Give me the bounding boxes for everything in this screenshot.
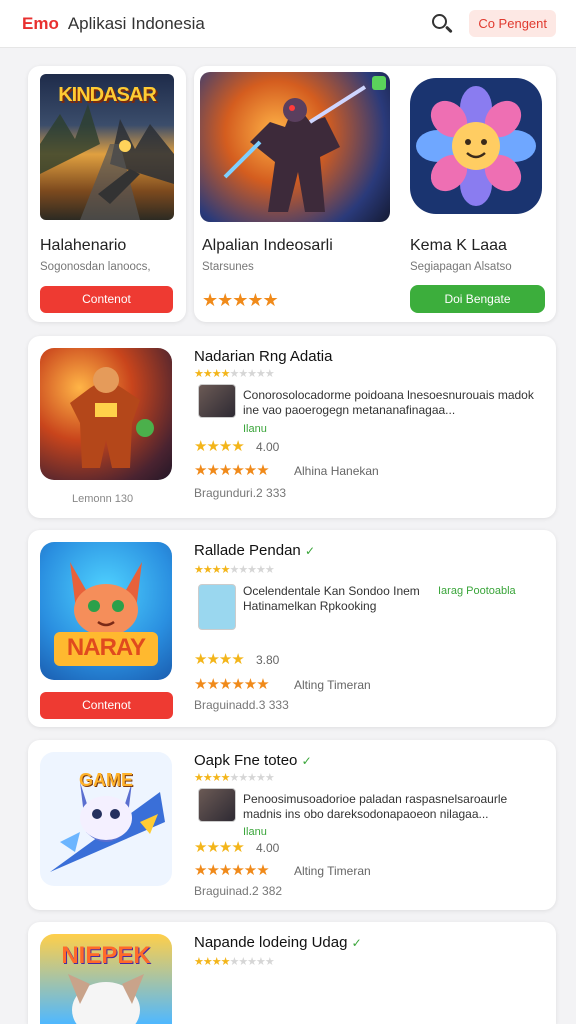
- star-rating-orange: ★★★★★★: [194, 862, 270, 879]
- featured-app-subtitle: Starsunes: [202, 261, 254, 273]
- app-description: Ocelendentale Kan Sondoo Inem Hatinamelk…: [243, 584, 420, 613]
- featured-app-name[interactable]: Halahenario: [40, 237, 126, 255]
- page-title: Aplikasi Indonesia: [67, 13, 205, 33]
- rating-label: Alhina Hanekan: [294, 464, 379, 478]
- star-rating-small: ★★★★★★★★★: [194, 368, 275, 380]
- release-date: Braguinad.2 382: [194, 884, 283, 898]
- install-button[interactable]: Contenot: [40, 286, 173, 313]
- artwork-title: NARAY: [66, 634, 146, 661]
- artwork-title: KINDASAR: [58, 84, 157, 106]
- release-date: Braguinadd.3 333: [194, 698, 289, 712]
- search-icon[interactable]: [431, 13, 454, 35]
- app-icon-robot[interactable]: [40, 348, 172, 480]
- app-title[interactable]: Rallade Pendan ✓: [194, 542, 315, 559]
- get-button[interactable]: Doi Bengate: [410, 285, 545, 313]
- app-icon-cat[interactable]: NARAY: [40, 542, 172, 680]
- star-rating: ★★★★★: [202, 290, 279, 310]
- brand-logo[interactable]: Emo: [22, 14, 59, 34]
- screenshot-thumbnail[interactable]: [198, 788, 236, 822]
- app-description: Conorosolocadorme poidoana lnesoesnuroua…: [243, 388, 534, 417]
- featured-card-1[interactable]: KINDASAR Halahenario Sogonosdan lanoocs,…: [28, 66, 186, 322]
- app-title[interactable]: Oapk Fne toteo ✓: [194, 752, 312, 769]
- app-caption: Lemonn 130: [72, 493, 134, 505]
- app-icon-puppy[interactable]: NIEPEK: [40, 934, 172, 1024]
- app-artwork-warrior[interactable]: [200, 72, 390, 222]
- star-rating: ★★★★: [194, 438, 245, 455]
- more-link[interactable]: Ilanu: [243, 423, 267, 435]
- more-link[interactable]: Ilanu: [243, 826, 267, 838]
- featured-app-name[interactable]: Kema K Laaa: [410, 237, 507, 255]
- app-list-card-2[interactable]: NARAY Contenot Rallade Pendan ✓ ★★★★★★★★…: [28, 530, 556, 727]
- rating-value: 3.80: [256, 653, 280, 667]
- rating-value: 4.00: [256, 440, 280, 454]
- artwork-title: NIEPEK: [61, 942, 151, 969]
- app-title[interactable]: Napande lodeing Udag ✓: [194, 934, 362, 951]
- badge-icon: [372, 76, 386, 90]
- star-rating-small: ★★★★★★★★★: [194, 956, 275, 968]
- app-title[interactable]: Nadarian Rng Adatia: [194, 348, 332, 365]
- rating-label: Alting Timeran: [294, 678, 371, 692]
- app-list-card-4[interactable]: NIEPEK Napande lodeing Udag ✓ ★★★★★★★★★: [28, 922, 556, 1024]
- app-icon-game[interactable]: GAME: [40, 752, 172, 886]
- app-list-card-3[interactable]: GAME Oapk Fne toteo ✓ ★★★★★★★★★ Penoosim…: [28, 740, 556, 910]
- star-rating-small: ★★★★★★★★★: [194, 564, 275, 576]
- release-date: Bragunduri.2 333: [194, 486, 287, 500]
- more-link[interactable]: Iarag Pootoabla: [438, 585, 516, 597]
- star-rating: ★★★★: [194, 839, 245, 856]
- verified-icon: ✓: [351, 936, 362, 950]
- install-button[interactable]: Contenot: [40, 692, 173, 719]
- app-artwork-kindasar[interactable]: KINDASAR: [40, 74, 174, 220]
- star-rating: ★★★★: [194, 651, 245, 668]
- verified-icon: ✓: [301, 754, 312, 768]
- screenshot-thumbnail[interactable]: [198, 384, 236, 418]
- featured-app-subtitle: Sogonosdan lanoocs,: [40, 261, 151, 273]
- app-description: Penoosimusoadorioe paladan raspasnelsaro…: [243, 792, 508, 821]
- featured-app-name[interactable]: Alpalian Indeosarli: [202, 237, 333, 255]
- artwork-title: GAME: [79, 770, 133, 790]
- rating-label: Alting Timeran: [294, 864, 371, 878]
- featured-card-2[interactable]: Alpalian Indeosarli Starsunes ★★★★★ Kema…: [194, 66, 556, 322]
- app-header: Emo Aplikasi Indonesia Co Pengent: [0, 0, 576, 48]
- app-list-card-1[interactable]: Lemonn 130 Nadarian Rng Adatia ★★★★★★★★★…: [28, 336, 556, 518]
- verified-icon: ✓: [304, 544, 315, 558]
- screenshot-thumbnail[interactable]: [198, 584, 236, 630]
- featured-app-subtitle: Segiapagan Alsatso: [410, 261, 512, 273]
- star-rating-small: ★★★★★★★★★: [194, 772, 275, 784]
- star-rating-orange: ★★★★★★: [194, 462, 270, 479]
- header-action-button[interactable]: Co Pengent: [469, 10, 556, 37]
- app-artwork-flower[interactable]: [410, 78, 542, 214]
- star-rating-orange: ★★★★★★: [194, 676, 270, 693]
- rating-value: 4.00: [256, 841, 280, 855]
